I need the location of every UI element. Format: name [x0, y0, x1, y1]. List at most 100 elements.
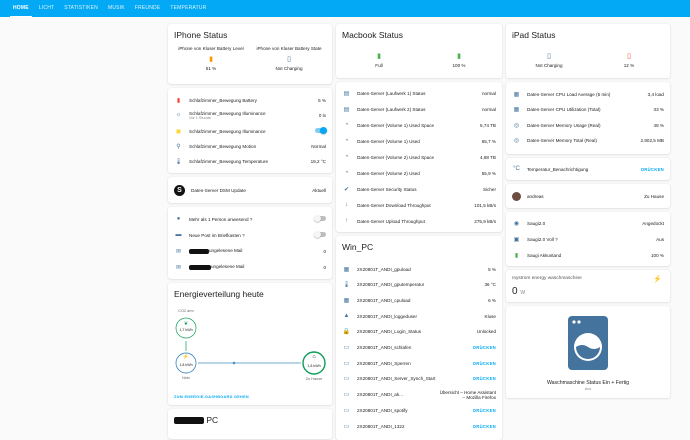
glance-value: 100 % [452, 63, 466, 68]
script-row[interactable]: °C Temperatur_Benachrichtigung DRÜCKEN [512, 163, 664, 175]
entity-name: Daten-Server CPU Utilization (Total) [527, 107, 601, 112]
press-button[interactable]: DRÜCKEN [473, 376, 496, 381]
entity-row[interactable]: 🔒 2X20801T_ANDI_Login_Status Unlocked [342, 326, 496, 338]
press-button[interactable]: DRÜCKEN [473, 361, 496, 366]
battery-icon: ▮ [514, 252, 519, 259]
entity-name: Daten-Server Memory Usage (Real) [527, 122, 601, 128]
grid-label: Netz [182, 376, 190, 380]
person-row[interactable]: andreas Zu Hause [512, 190, 664, 202]
entity-row[interactable]: ▦ 2X20801T_ANDI_cpuload 6 % [342, 294, 496, 306]
entity-row[interactable]: ▭ 2X20801T_ANDI_Server_Synch_Start DRÜCKEN [342, 373, 496, 385]
sensor-row[interactable]: ▮ Schlafzimmer_Bewegung Battery 5 % [174, 94, 326, 106]
iphone-battery-state[interactable]: iPhone von Kluser Battery State ▯ Not Ch… [250, 46, 328, 71]
toggle-switch[interactable] [314, 231, 326, 238]
entity-row[interactable]: ↑ Daten-Server Upload Throughput 275,9 kB/… [342, 215, 496, 227]
iphone-battery-level[interactable]: iPhone von Kluser Battery Level ▮ 51 % [172, 46, 250, 71]
server-resources-card: ▦ Daten-Server CPU Load Average (5 min) 3,… [506, 82, 670, 154]
vacuum-row[interactable]: ▮ Saugi Akkustand 100 % [512, 249, 664, 261]
monitor-icon: ▭ [343, 345, 350, 351]
ipad-battery-level[interactable]: ▯ 12 % [590, 48, 668, 68]
ipad-charging-state[interactable]: ▯ Not Charging [510, 48, 588, 68]
entity-name: 2X20801T_ANDI_loggeduser [357, 313, 418, 319]
entity-row[interactable]: ▤ Daten-Server (Laufwerk 1) Status normal [342, 87, 496, 99]
cpu-icon: ▦ [513, 107, 520, 113]
upload-icon: ↑ [345, 218, 348, 224]
entity-name: 2X20801T_ANDI_ak... [357, 392, 403, 398]
washer-label: Waschmaschine Status Ein + Fertig [546, 380, 630, 386]
washer-card[interactable]: Waschmaschine Status Ein + Fertig Aus [506, 306, 670, 398]
energy-dashboard-link[interactable]: ZUM ENERGIE-DASHBOARD GEHEN [174, 395, 249, 399]
press-button[interactable]: DRÜCKEN [473, 408, 496, 413]
entity-value: 5 % [488, 266, 496, 272]
entity-value: 4,88 TB [479, 154, 496, 160]
sensor-row[interactable]: ⚲ Schlafzimmer_Bewegung Motion Normal [174, 140, 326, 152]
entity-row[interactable]: 🌡 2X20801T_ANDI_gputemperatur 36 °C [342, 279, 496, 291]
entity-row[interactable]: ◔ Daten-Server (Volume 2) Used 55,9 % [342, 167, 496, 179]
entity-row[interactable]: ▲ 2X20801T_ANDI_loggeduser Kluse [342, 310, 496, 322]
mail-row[interactable]: ✉ ungelesene Mail 0 [174, 245, 326, 257]
tab-statistiken[interactable]: STATISTIKEN [59, 0, 103, 17]
entity-row[interactable]: ◔ Daten-Server (Volume 1) Used 65,7 % [342, 135, 496, 147]
energy-flow-diagram [175, 317, 326, 375]
entity-name: Daten-Server Download Throughput [357, 202, 431, 208]
entity-name: Daten-Server Security Status [357, 186, 417, 192]
entity-row[interactable]: ▦ Daten-Server CPU Load Average (5 min) 3,… [512, 88, 664, 100]
entity-row[interactable]: ▭ 2X20801T_ANDI_ak... Übersicht – Home Ass… [342, 389, 496, 401]
macbook-charging-state[interactable]: ▮ Full [340, 48, 418, 68]
lock-icon: 🔒 [342, 329, 351, 336]
mystrom-energy-card[interactable]: mystrom energy waschmaschine ⚡ 0 W [506, 270, 670, 302]
tab-home[interactable]: HOME [8, 0, 34, 17]
press-button[interactable]: DRÜCKEN [473, 424, 496, 429]
sensor-name: Schlafzimmer_Bewegung Motion [189, 143, 257, 149]
sensor-row[interactable]: ☼ Schlafzimmer_Bewegung Illuminance Vor 1… [174, 108, 326, 122]
entity-row[interactable]: ◎ Daten-Server Memory Total (Real) 2.802,5… [512, 135, 664, 147]
entity-row[interactable]: ▦ 2X20801T_ANDI_gpuload 5 % [342, 263, 496, 275]
entity-name: 2X20801T_ANDI_Server_Synch_Start [357, 376, 436, 382]
entity-row[interactable]: ◎ Daten-Server Memory Usage (Real) 48 % [512, 119, 664, 131]
sensor-row[interactable]: ◼ Schlafzimmer_Bewegung Illuminance [174, 125, 327, 137]
battery-full-icon: ▮ [457, 53, 461, 60]
entity-row[interactable]: ▦ Daten-Server CPU Utilization (Total) 33 … [512, 104, 664, 116]
vacuum-row[interactable]: ◉ Saugi2.0 Angedockt [512, 217, 664, 229]
gpu-icon: ▦ [343, 266, 350, 273]
entity-row[interactable]: ▭ 2X20801T_ANDI_spotify DRÜCKEN [342, 404, 496, 416]
press-button[interactable]: DRÜCKEN [473, 345, 496, 350]
entity-row[interactable]: ▭ 2X20801T_ANDI_schlafen DRÜCKEN [342, 342, 496, 354]
presence-name: Neue Post im Briefkasten ? [189, 232, 245, 238]
glance-value: 12 % [623, 63, 635, 68]
vacuum-value: Aus [656, 236, 664, 242]
glance-label: iPhone von Kluser Battery Level [178, 46, 244, 51]
mail-row[interactable]: ✉ ungelesene Mail 0 [174, 261, 326, 273]
entity-row[interactable]: ◔ Daten-Server (Volume 2) Used Space 4,88 … [342, 151, 496, 163]
presence-toggle[interactable] [314, 231, 326, 238]
data-server-card: ▤ Daten-Server (Laufwerk 1) Status normal ▤… [336, 82, 502, 232]
cpu-icon: ▦ [513, 91, 520, 98]
tab-musik[interactable]: MUSIK [103, 0, 130, 17]
entity-row[interactable]: ▭ 2X20801T_ANDI_1322 DRÜCKEN [342, 420, 496, 432]
run-button[interactable]: DRÜCKEN [641, 167, 664, 172]
sensor-toggle[interactable] [315, 127, 327, 134]
entity-row[interactable]: ✔ Daten-Server Security Status Sicher [342, 183, 496, 195]
temperature-notification-card: °C Temperatur_Benachrichtigung DRÜCKEN [506, 158, 670, 180]
entity-row[interactable]: ▭ 2X20801T_ANDI_Sperren DRÜCKEN [342, 357, 496, 369]
presence-row[interactable]: ● Mehr als 1 Person anwesend ? [174, 213, 326, 225]
toggle-switch[interactable] [315, 127, 327, 134]
tab-licht[interactable]: LICHT [34, 0, 59, 17]
sensor-value: 19,2 °C [310, 158, 326, 164]
sensor-row[interactable]: 🌡 Schlafzimmer_Bewegung Temperature 19,2… [174, 155, 326, 167]
vacuum-row[interactable]: ▣ Saugi2.0 Voll ? Aus [512, 233, 664, 245]
card-title: Macbook Status [342, 30, 403, 40]
entity-row[interactable]: ◔ Daten-Server (Volume 1) Used Space 5,74 … [342, 119, 496, 131]
tab-freunde[interactable]: FREUNDE [130, 0, 166, 17]
presence-row[interactable]: ▬ Neue Post im Briefkasten ? [174, 229, 326, 241]
entity-row[interactable]: ↓ Daten-Server Download Throughput 101,5 k… [342, 199, 496, 211]
account-icon: ▲ [343, 313, 350, 320]
thermometer-icon: 🌡 [342, 282, 351, 289]
tab-temperatur[interactable]: TEMPERATUR [165, 0, 211, 17]
macbook-battery-level[interactable]: ▮ 100 % [420, 48, 498, 68]
entity-row[interactable]: ▤ Daten-Server (Laufwerk 2) Status normal [342, 103, 496, 115]
dsm-row[interactable]: S Daten-Server DSM Update Aktuell [174, 184, 326, 196]
presence-toggle[interactable] [314, 215, 326, 222]
chart-pie-icon: ◔ [344, 154, 349, 160]
toggle-switch[interactable] [314, 215, 326, 222]
